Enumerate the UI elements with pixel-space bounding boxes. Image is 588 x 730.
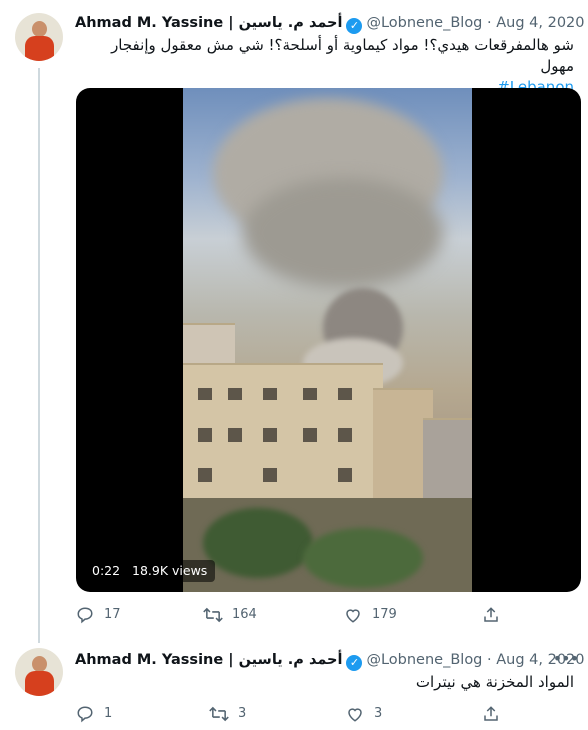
reply-button[interactable]: 1 bbox=[75, 702, 112, 726]
tweet-1[interactable]: Ahmad M. Yassine | أحمد م. ياسين ✓ @Lobnen… bbox=[0, 0, 588, 640]
video-views: 18.9K views bbox=[132, 563, 208, 578]
share-button[interactable] bbox=[481, 702, 500, 726]
verified-badge-icon: ✓ bbox=[346, 655, 363, 671]
retweet-count: 164 bbox=[232, 607, 257, 622]
retweet-button[interactable]: 3 bbox=[209, 702, 246, 726]
like-button[interactable]: 3 bbox=[345, 702, 382, 726]
retweet-button[interactable]: 164 bbox=[203, 603, 257, 627]
video-time: 0:22 bbox=[92, 563, 121, 578]
video-frame bbox=[183, 88, 472, 592]
tweet-text: المواد المخزنة هي نيترات bbox=[75, 672, 574, 693]
author-name[interactable]: Ahmad M. Yassine | أحمد م. ياسين bbox=[75, 652, 342, 668]
share-icon bbox=[481, 606, 500, 625]
author-avatar[interactable] bbox=[15, 648, 63, 696]
retweet-icon bbox=[203, 606, 223, 625]
tweet-actions: 17 164 179 bbox=[75, 603, 505, 627]
like-heart-icon bbox=[343, 606, 362, 625]
tweet-text-line: المواد المخزنة هي نيترات bbox=[415, 673, 574, 691]
more-options-icon[interactable]: ••• bbox=[553, 649, 579, 668]
retweet-count: 3 bbox=[238, 706, 247, 721]
reply-count: 1 bbox=[104, 706, 113, 721]
reply-button[interactable]: 17 bbox=[75, 603, 121, 627]
tweet-date[interactable]: · Aug 4, 2020 bbox=[487, 15, 585, 31]
tweet-actions: 1 3 3 bbox=[75, 702, 505, 726]
share-button[interactable] bbox=[481, 603, 500, 627]
retweet-icon bbox=[209, 705, 229, 724]
verified-badge-icon: ✓ bbox=[346, 18, 363, 34]
author-handle[interactable]: @Lobnene_Blog bbox=[366, 15, 482, 31]
video-player[interactable] bbox=[76, 88, 581, 592]
tweet-header: Ahmad M. Yassine | أحمد م. ياسين ✓ @Lobnen… bbox=[75, 650, 585, 671]
like-count: 179 bbox=[372, 607, 397, 622]
like-button[interactable]: 179 bbox=[343, 603, 397, 627]
like-count: 3 bbox=[374, 706, 383, 721]
reply-icon bbox=[75, 705, 94, 724]
tweet-header: Ahmad M. Yassine | أحمد م. ياسين ✓ @Lobnen… bbox=[75, 13, 585, 34]
author-name[interactable]: Ahmad M. Yassine | أحمد م. ياسين bbox=[75, 15, 342, 31]
tweet-text-line: شو هالمفرقعات هيدي؟! مواد كيماوية أو أسل… bbox=[111, 36, 574, 75]
reply-icon bbox=[75, 606, 94, 625]
reply-count: 17 bbox=[104, 607, 121, 622]
video-stats-badge: 0:22 18.9K views bbox=[84, 560, 216, 582]
author-avatar[interactable] bbox=[15, 13, 63, 61]
like-heart-icon bbox=[345, 705, 364, 724]
tweet-2[interactable]: Ahmad M. Yassine | أحمد م. ياسين ✓ @Lobnen… bbox=[0, 640, 588, 730]
share-icon bbox=[481, 705, 500, 724]
author-handle[interactable]: @Lobnene_Blog bbox=[366, 652, 482, 668]
